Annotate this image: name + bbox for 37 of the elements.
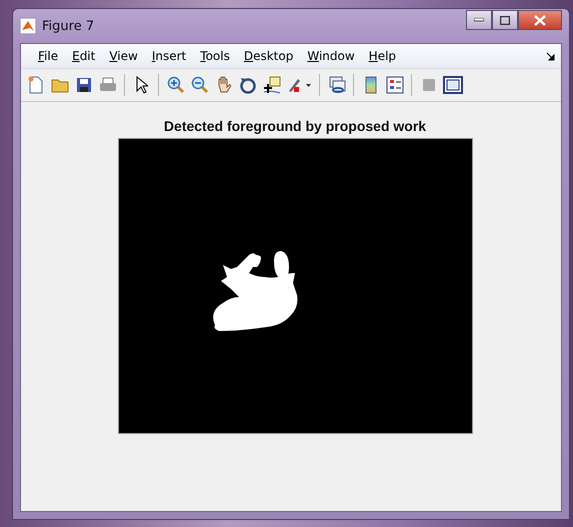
printer-icon <box>98 77 116 93</box>
close-icon <box>534 14 546 26</box>
rotate-icon <box>238 76 256 94</box>
pointer-icon <box>136 76 148 94</box>
maximize-button[interactable] <box>492 10 518 30</box>
folder-icon <box>50 77 68 93</box>
zoom-in-button[interactable] <box>165 74 186 96</box>
maximize-icon <box>500 16 510 24</box>
menu-item[interactable]: Window <box>300 49 362 63</box>
menu-item[interactable]: Help <box>362 49 404 63</box>
menu-item[interactable]: Edit <box>65 49 102 63</box>
legend-button[interactable] <box>384 74 405 96</box>
app-logo-icon <box>20 18 36 34</box>
legend-icon <box>386 76 404 94</box>
plot-title: Detected foreground by proposed work <box>164 118 426 134</box>
menu-item[interactable]: Tools <box>193 49 237 63</box>
menu-item[interactable]: View <box>102 49 145 63</box>
minimize-button[interactable] <box>466 10 492 30</box>
plot-tools-icon <box>442 76 462 94</box>
window-title: Figure 7 <box>42 18 96 34</box>
zoom-in-icon <box>166 76 184 94</box>
cursor-button[interactable] <box>261 74 282 96</box>
new-file-icon <box>28 76 44 94</box>
menu-item[interactable]: File <box>31 49 66 63</box>
brush-icon <box>286 76 312 94</box>
data-cursor-icon <box>262 76 280 94</box>
close-button[interactable] <box>518 10 562 30</box>
square-icon <box>422 78 436 92</box>
tools-button[interactable] <box>442 74 463 96</box>
menu-item[interactable]: Insert <box>144 49 194 63</box>
minimize-icon <box>474 18 484 22</box>
linked-windows-icon <box>328 76 346 94</box>
colorbar-icon <box>364 76 376 94</box>
zoom-out-icon <box>190 76 208 94</box>
zoom-out-button[interactable] <box>189 74 210 96</box>
menu-item[interactable]: Desktop <box>236 49 300 63</box>
dock-arrow-icon[interactable] <box>546 52 555 60</box>
